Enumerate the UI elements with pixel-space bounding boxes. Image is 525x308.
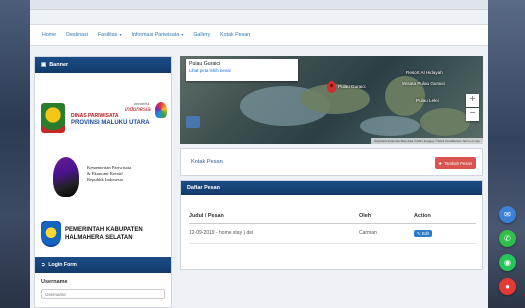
nav-kotak-pesan[interactable]: Kotak Pesan xyxy=(220,32,250,38)
edit-button[interactable]: ✎ Edit xyxy=(414,229,432,237)
bigger-map-link[interactable]: Lihat peta lebih besar xyxy=(189,68,295,73)
daftar-pesan-panel: Daftar Pesan Judul / Pesan Oleh Action 1… xyxy=(180,180,483,270)
nav-informasi-pariwisata[interactable]: Informasi Pariwisata ▾ xyxy=(132,32,184,38)
nav-fasilitas[interactable]: Fasilitas ▾ xyxy=(98,32,122,38)
plus-icon: ✚ xyxy=(438,160,443,166)
logo1-indonesia: indonesia xyxy=(125,107,151,113)
logo3-line2: HALMAHERA SELATAN xyxy=(65,235,133,241)
background-left xyxy=(0,0,30,308)
zoom-in-button[interactable]: + xyxy=(466,94,479,107)
map-place-title: Pulau Guraici xyxy=(189,61,221,67)
login-title: Login Form xyxy=(48,262,77,268)
table-header-row: Judul / Pesan Oleh Action xyxy=(189,209,476,224)
column-header-action: Action xyxy=(414,209,476,224)
logo1-wonderful: wonderful xyxy=(134,102,150,106)
logo1-line1: DINAS PARIWISATA xyxy=(71,113,119,119)
tambah-pesan-label: Tambah Pesan xyxy=(444,160,472,166)
tambah-pesan-button[interactable]: ✚ Tambah Pesan xyxy=(434,157,476,169)
image-icon: ▣ xyxy=(41,62,47,68)
logo2-line1: Kementerian Pariwisata xyxy=(87,165,132,170)
edit-icon: ✎ xyxy=(417,230,421,236)
phone-icon[interactable]: ✆ xyxy=(499,230,516,247)
logo1-line2: PROVINSI MALUKU UTARA xyxy=(71,120,150,126)
navbar: Home Destinasi Fasilitas ▾ Informasi Par… xyxy=(30,24,488,46)
page: Home Destinasi Fasilitas ▾ Informasi Par… xyxy=(30,0,488,308)
top-header-strip xyxy=(30,0,488,10)
cell-action: ✎ Edit xyxy=(414,223,476,244)
banner-kemenpar[interactable]: Kementerian Pariwisata & Ekonomi Kreatif… xyxy=(39,157,169,201)
pesan-table: Judul / Pesan Oleh Action 12-09-2019 - h… xyxy=(189,209,476,244)
banner-halmahera-selatan[interactable]: PEMERINTAH KABUPATEN HALMAHERA SELATAN xyxy=(39,221,169,253)
kotak-pesan-panel: Kotak Pesan ✚ Tambah Pesan xyxy=(180,148,483,176)
nav-home[interactable]: Home xyxy=(42,32,56,38)
banner-panel-header: ▣ Banner xyxy=(35,57,171,73)
login-body: Username xyxy=(35,273,171,305)
sidebar: ▣ Banner DINAS PARIWISATA PROVINSI MALUK… xyxy=(34,56,172,308)
kotak-pesan-title: Kotak Pesan xyxy=(191,159,223,165)
map-pin-icon[interactable] xyxy=(327,81,336,93)
nav-gallery[interactable]: Gallery xyxy=(193,32,210,38)
logo3-line1: PEMERINTAH KABUPATEN xyxy=(65,227,143,233)
pin-label: Pulau Guraici xyxy=(338,84,366,89)
banner-title: Banner xyxy=(49,62,69,68)
logo2-line2: & Ekonomi Kreatif xyxy=(87,171,123,176)
envelope-icon[interactable]: ✉ xyxy=(499,206,516,223)
column-header-oleh: Oleh xyxy=(359,209,414,224)
whatsapp-icon[interactable]: ◉ xyxy=(499,254,516,271)
caret-down-icon: ▾ xyxy=(118,32,122,37)
chat-icon[interactable]: ● xyxy=(499,278,516,295)
maluku-utara-emblem-icon xyxy=(41,103,65,133)
login-panel-header: ➲ Login Form xyxy=(35,257,171,273)
logo2-line3: Republik Indonesia xyxy=(87,177,123,182)
wonderful-indonesia-logo-icon xyxy=(155,102,167,118)
kemenpar-logo-icon xyxy=(53,157,79,197)
map-reef xyxy=(360,116,420,136)
halsel-emblem-icon xyxy=(41,221,61,247)
cell-judul: 12-09-2019 - home stay ) dei xyxy=(189,223,359,244)
map-label: Resort Al Hidayah xyxy=(406,70,443,75)
map-label: Pulau Lelei xyxy=(416,98,439,103)
map-logo-badge xyxy=(186,116,200,128)
map-info-box: Pulau Guraici Lihat peta lebih besar xyxy=(186,59,298,81)
nav-informasi-label: Informasi Pariwisata xyxy=(131,32,180,38)
daftar-pesan-title: Daftar Pesan xyxy=(187,185,220,191)
table-row: 12-09-2019 - home stay ) dei Carman ✎ Ed… xyxy=(189,223,476,244)
nav-fasilitas-label: Fasilitas xyxy=(97,32,118,38)
zoom-out-button[interactable]: − xyxy=(466,108,479,121)
map-label: Wisata Pulau Guraici xyxy=(402,81,445,86)
username-input[interactable] xyxy=(41,289,165,299)
banner-dinas-pariwisata[interactable]: DINAS PARIWISATA PROVINSI MALUKU UTARA w… xyxy=(39,99,169,143)
map-island xyxy=(420,108,470,136)
login-panel: ➲ Login Form Username xyxy=(35,257,171,305)
column-header-judul: Judul / Pesan xyxy=(189,209,359,224)
edit-label: Edit xyxy=(421,230,429,236)
map-copyright: Keyboard shortcuts Map data ©2021 Imager… xyxy=(370,138,483,144)
google-map[interactable]: Pulau Guraici Lihat peta lebih besar Pul… xyxy=(180,56,483,144)
username-label: Username xyxy=(41,279,68,285)
daftar-pesan-header: Daftar Pesan xyxy=(181,181,482,195)
cell-oleh: Carman xyxy=(359,223,414,244)
banner-block: DINAS PARIWISATA PROVINSI MALUKU UTARA w… xyxy=(35,73,171,247)
nav-destinasi[interactable]: Destinasi xyxy=(66,32,88,38)
sign-in-icon: ➲ xyxy=(41,262,46,268)
caret-down-icon: ▾ xyxy=(180,32,184,37)
